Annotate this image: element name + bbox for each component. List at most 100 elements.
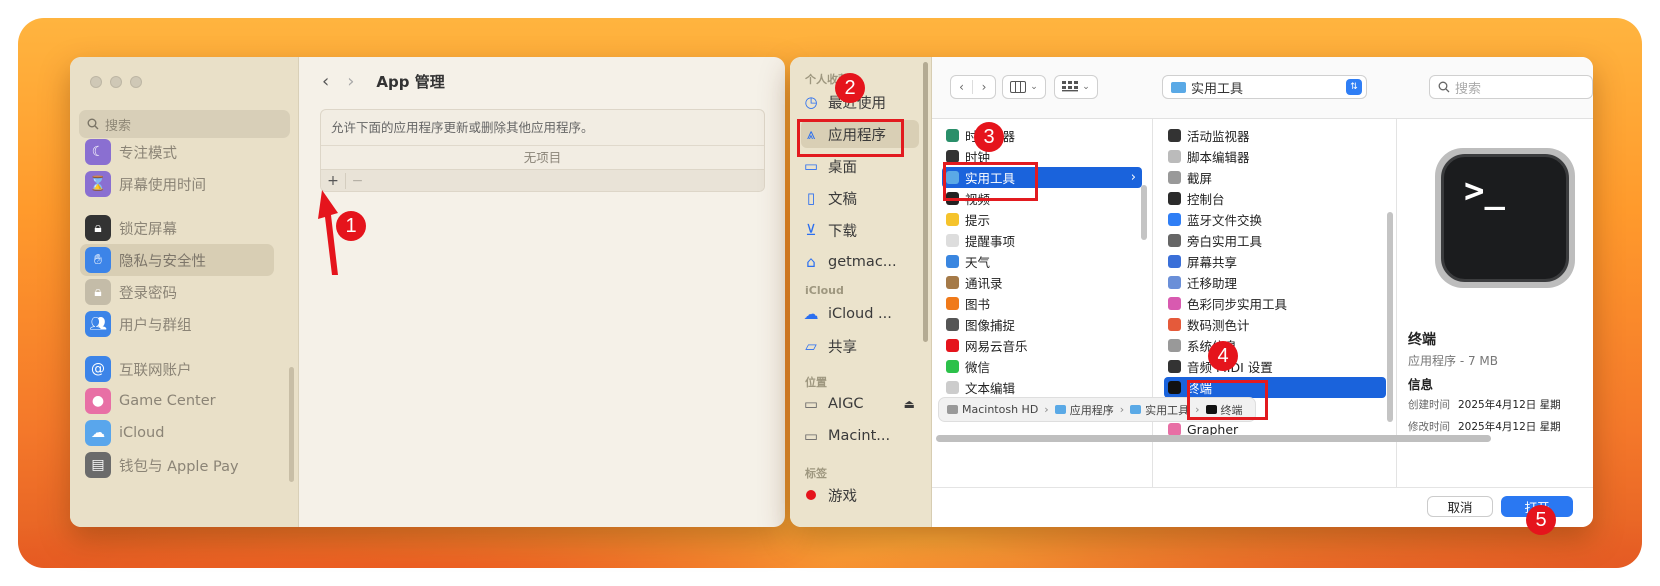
app-icon (946, 297, 959, 310)
cancel-button[interactable]: 取消 (1427, 496, 1493, 517)
list-item[interactable]: 提醒事项 (942, 230, 1142, 251)
popup-arrows-icon: ⇅ (1346, 79, 1362, 95)
close-button[interactable] (90, 76, 102, 88)
item-label: 屏幕共享 (1187, 255, 1238, 270)
step-1-badge: 1 (336, 211, 366, 241)
sidebar-item[interactable]: ● Game Center (80, 385, 274, 417)
sidebar-item[interactable]: ☁ iCloud ... (801, 300, 919, 328)
list-item[interactable]: 系统信息 (1164, 335, 1386, 356)
app-icon (946, 360, 959, 373)
app-icon (946, 129, 959, 142)
sidebar-item-label: 隐私与安全性 (119, 253, 206, 270)
sidebar-scrollbar[interactable] (289, 367, 294, 482)
path-item-label[interactable]: 实用工具 (1145, 402, 1189, 418)
column-scrollbar[interactable] (1141, 185, 1147, 240)
list-item[interactable]: 色彩同步实用工具 (1164, 293, 1386, 314)
users-icon: 👥︎ (85, 311, 111, 337)
cloud-icon: ☁ (85, 420, 111, 446)
list-item[interactable]: 通讯录 (942, 272, 1142, 293)
list-item[interactable]: 蓝牙文件交换 (1164, 209, 1386, 230)
sidebar-item[interactable]: ▯ 文稿 (801, 184, 919, 212)
drive-icon: ▭ (803, 395, 819, 413)
back-chevron-icon[interactable]: ‹ (322, 71, 329, 92)
sidebar-item-label: 专注模式 (119, 145, 177, 162)
list-item[interactable]: 数码测色计 (1164, 314, 1386, 335)
sidebar-item[interactable]: ☁ iCloud (80, 417, 274, 449)
zoom-button[interactable] (130, 76, 142, 88)
eject-icon[interactable]: ⏏ (904, 397, 915, 411)
sidebar-item[interactable]: ☾ 专注模式 (80, 136, 274, 168)
sidebar-item-label: 共享 (828, 339, 857, 356)
sidebar-item-label: 锁定屏幕 (119, 221, 177, 238)
system-settings-window: 搜索 ☾ 专注模式 ⌛ 屏幕使用时间 🔒︎ 锁定屏幕 ✋︎ 隐私与安全性 🔒︎ 登录密码 👥︎ 用户与… (70, 57, 785, 527)
app-icon (1168, 192, 1181, 205)
item-label: 控制台 (1187, 192, 1225, 207)
dialog-search-field[interactable]: 搜索 (1429, 75, 1593, 99)
list-item[interactable]: 截屏 (1164, 167, 1386, 188)
list-item[interactable]: 微信 (942, 356, 1142, 377)
app-icon (946, 381, 959, 394)
sidebar-item-label: 桌面 (828, 159, 857, 176)
list-item[interactable]: 音频 MIDI 设置 (1164, 356, 1386, 377)
window-controls (90, 76, 142, 88)
search-placeholder: 搜索 (1455, 81, 1482, 97)
forward-chevron-icon[interactable]: › (973, 80, 995, 94)
list-item[interactable]: 图像捕捉 (942, 314, 1142, 335)
item-label: 微信 (965, 360, 991, 375)
back-forward-buttons[interactable]: ‹ › (950, 75, 996, 99)
list-item[interactable]: 屏幕共享 (1164, 251, 1386, 272)
item-label: 脚本编辑器 (1187, 150, 1250, 165)
back-chevron-icon[interactable]: ‹ (951, 80, 973, 94)
sidebar-scrollbar[interactable] (923, 62, 928, 342)
list-item[interactable]: 时间机器 (942, 125, 1142, 146)
settings-search-field[interactable]: 搜索 (79, 110, 290, 138)
path-item-label[interactable]: 应用程序 (1070, 402, 1114, 418)
minimize-button[interactable] (110, 76, 122, 88)
sidebar-item[interactable]: ▱ 共享 (801, 332, 919, 360)
sidebar-item-label: 登录密码 (119, 285, 177, 302)
list-item[interactable]: 迁移助理 (1164, 272, 1386, 293)
list-item[interactable]: 天气 (942, 251, 1142, 272)
list-description: 允许下面的应用程序更新或删除其他应用程序。 (321, 110, 764, 146)
sidebar-item[interactable]: 👥︎ 用户与群组 (80, 308, 274, 340)
app-icon (946, 318, 959, 331)
path-item-label[interactable]: Macintosh HD (962, 403, 1038, 416)
sidebar-item[interactable]: 🔒︎ 登录密码 (80, 276, 274, 308)
column-scrollbar[interactable] (1387, 212, 1393, 422)
app-icon (946, 339, 959, 352)
current-folder-label: 实用工具 (1191, 81, 1244, 97)
sidebar-item-label: AIGC (828, 396, 864, 412)
view-mode-button[interactable]: ⌄ (1002, 75, 1046, 99)
sidebar-item[interactable]: 🔒︎ 锁定屏幕 (80, 212, 274, 244)
sidebar-item[interactable]: ▤ 钱包与 Apple Pay (80, 449, 274, 481)
list-item[interactable]: 控制台 (1164, 188, 1386, 209)
sidebar-item[interactable]: ⌂ getmac... (801, 248, 919, 276)
sidebar-item[interactable]: ▭ Macint... (801, 422, 919, 450)
preview-kind: 应用程序 - 7 MB (1408, 354, 1498, 368)
app-management-list: 允许下面的应用程序更新或删除其他应用程序。 无项目 + − (320, 109, 765, 192)
sidebar-item[interactable]: ▭ AIGC ⏏ (801, 390, 919, 418)
icloud-header: iCloud (805, 284, 844, 297)
list-item[interactable]: 脚本编辑器 (1164, 146, 1386, 167)
cloud-icon: ☁ (803, 305, 819, 323)
tag-item-games[interactable]: 游戏 (801, 481, 919, 509)
folder-popup[interactable]: 实用工具 ⇅ (1162, 75, 1367, 99)
app-icon (946, 213, 959, 226)
list-item[interactable]: 活动监视器 (1164, 125, 1386, 146)
list-item[interactable]: 旁白实用工具 (1164, 230, 1386, 251)
app-icon (1168, 234, 1181, 247)
sidebar-item[interactable]: ⌛ 屏幕使用时间 (80, 168, 274, 200)
group-button[interactable]: ⌄ (1054, 75, 1098, 99)
sidebar-item[interactable]: ⊻ 下载 (801, 216, 919, 244)
sidebar-item[interactable]: ✋︎ 隐私与安全性 (80, 244, 274, 276)
sidebar-item[interactable]: @ 互联网账户 (80, 353, 274, 385)
list-item[interactable]: 网易云音乐 (942, 335, 1142, 356)
list-item[interactable]: 提示 (942, 209, 1142, 230)
forward-chevron-icon[interactable]: › (347, 71, 354, 92)
game-center-icon: ● (85, 388, 111, 414)
sidebar-item-label: 钱包与 Apple Pay (119, 458, 239, 475)
list-item[interactable]: 文本编辑 (942, 377, 1142, 398)
list-item[interactable]: 图书 (942, 293, 1142, 314)
drive-icon: ▭ (803, 427, 819, 445)
horizontal-scrollbar[interactable] (936, 435, 1491, 442)
